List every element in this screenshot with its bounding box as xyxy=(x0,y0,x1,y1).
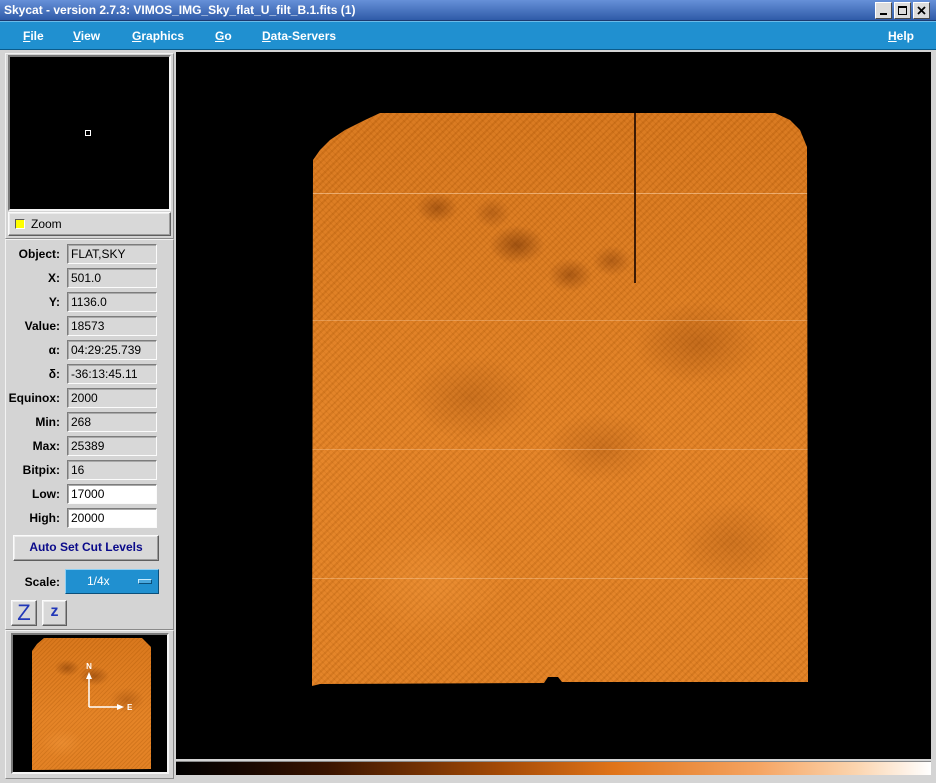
zoom-label: Zoom xyxy=(31,217,62,231)
high-label: High: xyxy=(29,511,60,525)
close-button[interactable] xyxy=(913,2,930,19)
fits-image xyxy=(312,113,808,686)
scale-value: 1/4x xyxy=(87,574,110,588)
info-row-value: Value: 18573 xyxy=(0,316,175,336)
zoom-in-button[interactable]: Z xyxy=(11,600,37,626)
compass: N E xyxy=(86,662,133,712)
dec-value: -36:13:45.11 xyxy=(67,364,157,384)
image-row-artifact xyxy=(312,578,808,579)
bitpix-label: Bitpix: xyxy=(22,463,60,477)
max-value: 25389 xyxy=(67,436,157,456)
maximize-icon xyxy=(898,6,907,15)
x-value: 501.0 xyxy=(67,268,157,288)
compass-east-arrowhead xyxy=(117,704,124,710)
info-row-x: X: 501.0 xyxy=(0,268,175,288)
compass-north-label: N xyxy=(86,662,92,671)
scale-label: Scale: xyxy=(24,575,60,589)
image-canvas[interactable] xyxy=(176,52,931,759)
equinox-value: 2000 xyxy=(67,388,157,408)
y-label: Y: xyxy=(48,295,60,309)
low-label: Low: xyxy=(32,487,60,501)
image-column-artifact xyxy=(634,113,636,283)
ra-label: α: xyxy=(48,343,60,357)
x-label: X: xyxy=(48,271,60,285)
minimize-button[interactable] xyxy=(875,2,892,19)
close-icon xyxy=(917,6,926,15)
pixel-value-label: Value: xyxy=(24,319,60,333)
menu-file[interactable]: File xyxy=(23,28,44,44)
menu-go[interactable]: Go xyxy=(215,28,232,44)
scale-menubutton[interactable]: 1/4x xyxy=(65,569,159,594)
maximize-button[interactable] xyxy=(894,2,911,19)
image-row-artifact xyxy=(312,193,808,194)
menu-data-servers[interactable]: Data-Servers xyxy=(262,28,336,44)
menu-graphics[interactable]: Graphics xyxy=(132,28,184,44)
auto-set-cut-levels-button[interactable]: Auto Set Cut Levels xyxy=(13,535,159,561)
y-value: 1136.0 xyxy=(67,292,157,312)
dec-label: δ: xyxy=(48,367,60,381)
image-row-artifact xyxy=(312,449,808,450)
info-row-bitpix: Bitpix: 16 xyxy=(0,460,175,480)
window-title: Skycat - version 2.7.3: VIMOS_IMG_Sky_fl… xyxy=(4,3,356,17)
min-label: Min: xyxy=(35,415,60,429)
object-label: Object: xyxy=(18,247,60,261)
min-value: 268 xyxy=(67,412,157,432)
colorbar[interactable] xyxy=(176,761,931,775)
image-row-artifact xyxy=(312,320,808,321)
menubutton-indicator-icon xyxy=(138,579,152,584)
info-row-dec: δ: -36:13:45.11 xyxy=(0,364,175,384)
menu-view[interactable]: View xyxy=(73,28,100,44)
window-title-bar[interactable]: Skycat - version 2.7.3: VIMOS_IMG_Sky_fl… xyxy=(0,0,936,21)
ra-value: 04:29:25.739 xyxy=(67,340,157,360)
zoom-cursor-box xyxy=(85,130,91,136)
zoom-window xyxy=(8,55,171,211)
panner-window[interactable]: N E xyxy=(11,633,169,774)
info-row-max: Max: 25389 xyxy=(0,436,175,456)
max-label: Max: xyxy=(32,439,60,453)
minimize-icon xyxy=(880,13,887,15)
zoom-checkbox-indicator xyxy=(15,219,25,229)
pixel-value: 18573 xyxy=(67,316,157,336)
info-row-ra: α: 04:29:25.739 xyxy=(0,340,175,360)
zoom-checkbutton[interactable]: Zoom xyxy=(8,212,171,236)
zoom-out-button[interactable]: z xyxy=(42,600,67,626)
info-row-y: Y: 1136.0 xyxy=(0,292,175,312)
info-row-equinox: Equinox: 2000 xyxy=(0,388,175,408)
compass-north-arrowhead xyxy=(86,672,92,679)
menu-bar: File View Graphics Go Data-Servers Help xyxy=(0,21,936,50)
info-row-object: Object: FLAT,SKY xyxy=(0,244,175,264)
info-row-low: Low: xyxy=(0,484,175,504)
bitpix-value: 16 xyxy=(67,460,157,480)
low-cut-input[interactable] xyxy=(67,484,157,504)
info-row-min: Min: 268 xyxy=(0,412,175,432)
high-cut-input[interactable] xyxy=(67,508,157,528)
menu-help[interactable]: Help xyxy=(888,28,914,44)
object-value: FLAT,SKY xyxy=(67,244,157,264)
equinox-label: Equinox: xyxy=(8,391,60,405)
compass-east-label: E xyxy=(127,703,133,712)
info-row-high: High: xyxy=(0,508,175,528)
